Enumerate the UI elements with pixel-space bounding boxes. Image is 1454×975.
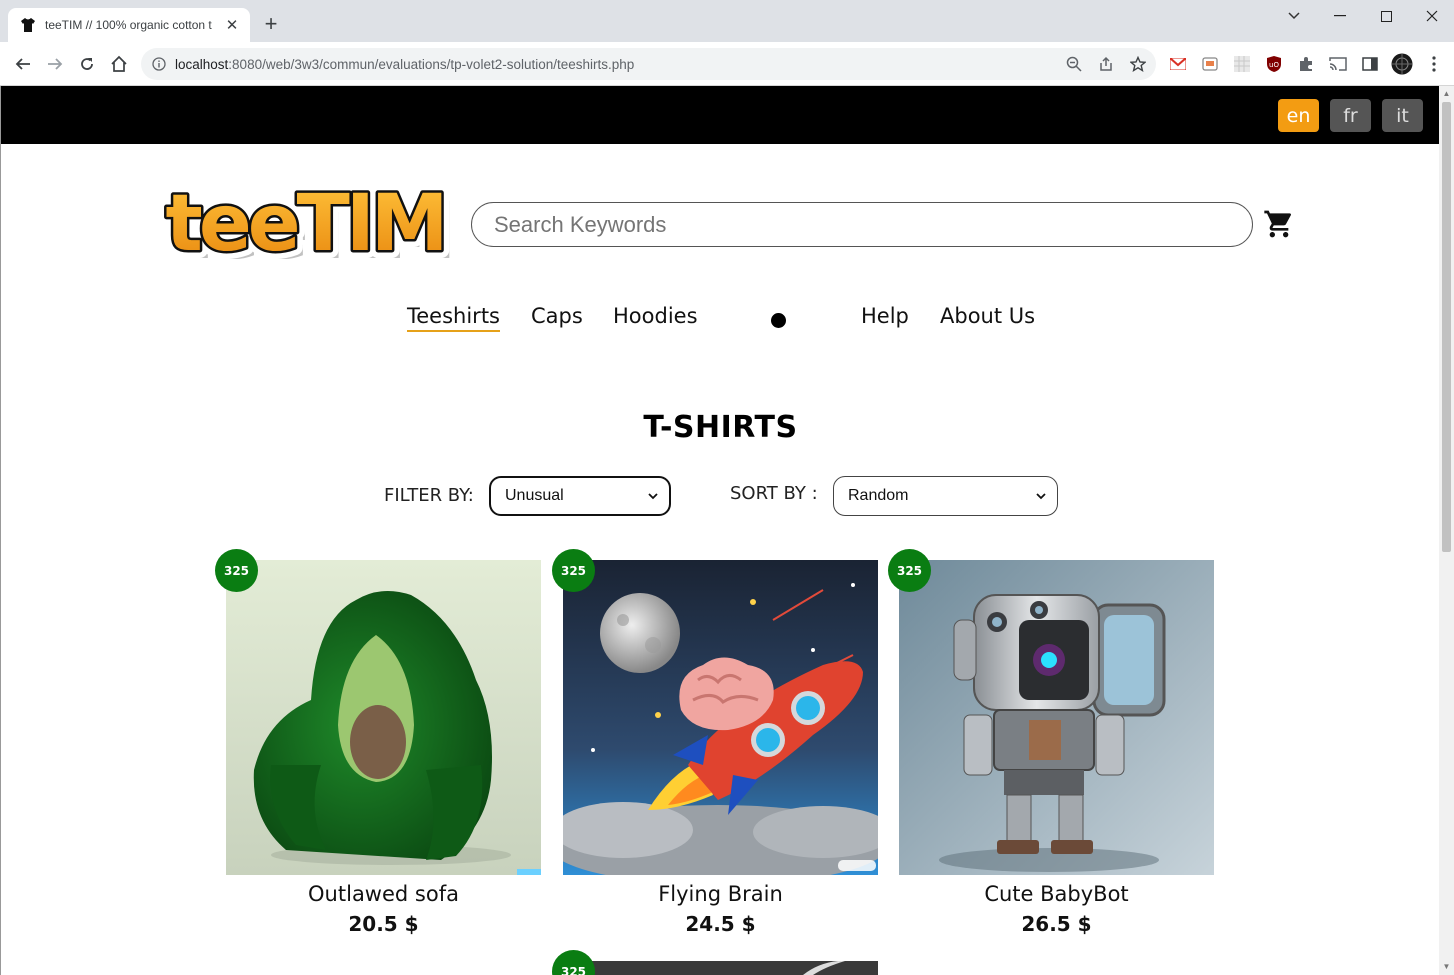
cast-icon[interactable] [1327, 53, 1349, 75]
lang-fr-button[interactable]: fr [1330, 99, 1371, 132]
extensions-puzzle-icon[interactable] [1295, 53, 1317, 75]
product-badge: 325 [552, 950, 595, 975]
sort-label: SORT BY : [730, 483, 818, 504]
tab-title: teeTIM // 100% organic cotton t [45, 18, 212, 32]
browser-tab[interactable]: teeTIM // 100% organic cotton t ✕ [8, 8, 250, 42]
product-price: 24.5 $ [685, 912, 756, 936]
chevron-down-icon [648, 493, 658, 500]
share-icon[interactable] [1096, 54, 1116, 74]
reload-icon[interactable] [75, 52, 99, 76]
nav-separator-dot [771, 313, 786, 328]
product-image-brain-rocket[interactable] [563, 560, 878, 875]
tab-strip: teeTIM // 100% organic cotton t ✕ + [0, 0, 1454, 42]
product-name[interactable]: Cute BabyBot [899, 882, 1214, 906]
back-arrow-icon[interactable] [11, 52, 35, 76]
minimize-button[interactable] [1317, 4, 1363, 28]
side-panel-icon[interactable] [1359, 53, 1381, 75]
scroll-down-arrow-icon[interactable]: ▼ [1442, 962, 1451, 971]
browser-chrome: teeTIM // 100% organic cotton t ✕ + loca… [0, 0, 1454, 86]
product-price: 26.5 $ [1021, 912, 1092, 936]
chevron-down-icon [1036, 493, 1046, 500]
browser-menu-icon[interactable] [1423, 53, 1445, 75]
url-text: localhost:8080/web/3w3/commun/evaluation… [175, 56, 635, 72]
search-input[interactable] [494, 211, 1252, 238]
sort-selected-value: Random [848, 487, 909, 504]
teetim-logo[interactable]: teeTIM teeTIM teeTIM [153, 171, 457, 277]
filter-label: FILTER BY: [384, 485, 474, 506]
product-image-partial[interactable] [563, 961, 878, 975]
shopping-cart-icon[interactable] [1263, 208, 1295, 240]
filter-selected-value: Unusual [505, 487, 564, 504]
top-language-bar: en fr it [1, 86, 1439, 144]
scrollbar-thumb[interactable] [1442, 102, 1451, 552]
maximize-button[interactable] [1363, 4, 1409, 28]
nav-teeshirts[interactable]: Teeshirts [407, 304, 500, 332]
product-image-avocado-armchair[interactable] [226, 560, 541, 875]
nav-hoodies[interactable]: Hoodies [613, 304, 698, 328]
product-badge: 325 [888, 549, 931, 592]
grid-extension-icon[interactable] [1231, 53, 1253, 75]
nav-caps[interactable]: Caps [531, 304, 583, 328]
product-image-baby-robot[interactable] [899, 560, 1214, 875]
browser-toolbar: localhost:8080/web/3w3/commun/evaluation… [0, 42, 1454, 86]
slides-extension-icon[interactable] [1199, 53, 1221, 75]
profile-avatar-icon[interactable] [1391, 53, 1413, 75]
tab-search-icon[interactable] [1271, 4, 1317, 28]
home-icon[interactable] [107, 52, 131, 76]
product-badge: 325 [552, 549, 595, 592]
svg-text:teeTIM: teeTIM [166, 179, 445, 268]
forward-arrow-icon[interactable] [43, 52, 67, 76]
nav-about-us[interactable]: About Us [940, 304, 1035, 328]
address-bar[interactable]: localhost:8080/web/3w3/commun/evaluation… [141, 48, 1156, 80]
page-viewport: en fr it teeTIM teeTIM teeTIM Teeshirts … [0, 86, 1439, 975]
bookmark-star-icon[interactable] [1128, 54, 1148, 74]
zoom-icon[interactable] [1064, 54, 1084, 74]
tshirt-favicon-icon [20, 17, 36, 33]
main-navigation: Teeshirts Caps Hoodies Help About Us [1, 304, 1439, 344]
tab-close-icon[interactable]: ✕ [224, 17, 240, 34]
new-tab-button[interactable]: + [259, 13, 283, 37]
sort-select[interactable]: Random [833, 476, 1058, 516]
page-title: T-SHIRTS [643, 410, 798, 445]
site-info-icon[interactable] [151, 56, 167, 72]
lang-en-button[interactable]: en [1278, 99, 1319, 132]
close-window-button[interactable] [1409, 4, 1454, 28]
lang-it-button[interactable]: it [1382, 99, 1423, 132]
gmail-extension-icon[interactable] [1167, 53, 1189, 75]
ublock-shield-icon[interactable]: uO [1263, 53, 1285, 75]
page-scrollbar[interactable]: ▲ ▼ [1439, 86, 1454, 975]
scroll-up-arrow-icon[interactable]: ▲ [1442, 89, 1451, 98]
filter-select[interactable]: Unusual [489, 476, 671, 516]
product-badge: 325 [215, 549, 258, 592]
nav-help[interactable]: Help [861, 304, 909, 328]
search-box[interactable] [471, 202, 1253, 247]
svg-text:uO: uO [1269, 61, 1279, 69]
product-name[interactable]: Flying Brain [563, 882, 878, 906]
product-price: 20.5 $ [348, 912, 419, 936]
product-name[interactable]: Outlawed sofa [226, 882, 541, 906]
